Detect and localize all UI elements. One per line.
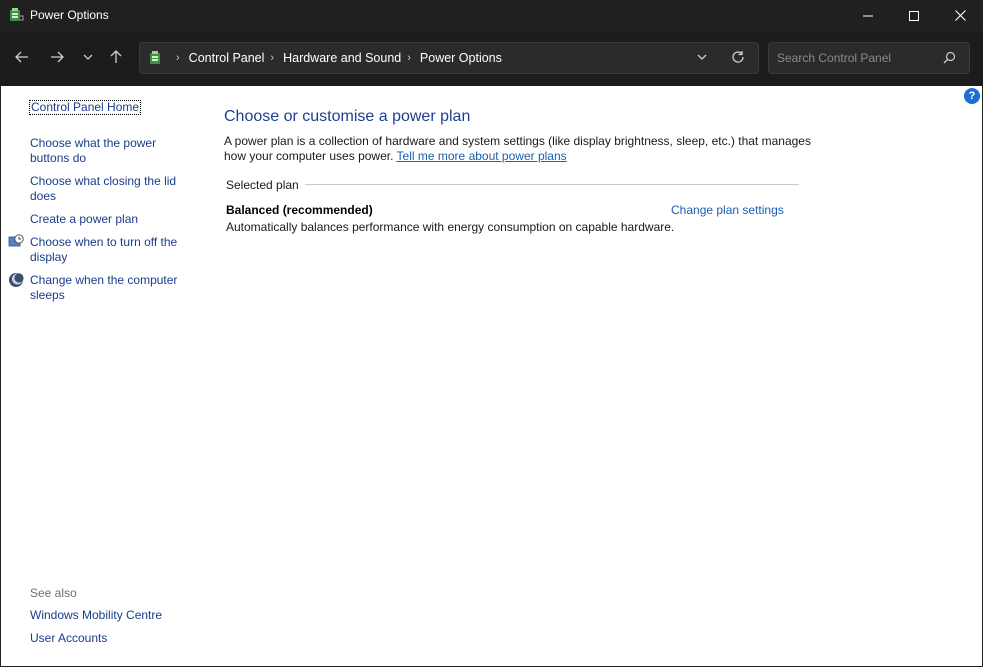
arrow-left-icon (15, 51, 28, 63)
address-bar[interactable]: › Control Panel › Hardware and Sound › P… (139, 42, 759, 74)
chevron-down-icon (697, 54, 707, 60)
breadcrumb-separator[interactable]: › (176, 52, 180, 64)
breadcrumb: › Control Panel › Hardware and Sound › P… (170, 43, 502, 73)
breadcrumb-hardware-and-sound[interactable]: Hardware and Sound (283, 51, 401, 65)
computer-sleeps-link[interactable]: Change when the computer sleeps (30, 273, 190, 303)
page-description: A power plan is a collection of hardware… (224, 134, 814, 164)
breadcrumb-separator[interactable]: › (407, 52, 411, 64)
create-power-plan-link[interactable]: Create a power plan (30, 212, 190, 227)
recent-locations-button[interactable] (76, 45, 100, 69)
refresh-icon (732, 51, 744, 63)
sleep-moon-icon (8, 272, 24, 288)
power-buttons-link[interactable]: Choose what the power buttons do (30, 136, 190, 166)
user-accounts-link[interactable]: User Accounts (30, 631, 190, 646)
title-bar: Power Options (0, 0, 983, 31)
page-title: Choose or customise a power plan (224, 108, 471, 125)
search-icon[interactable] (943, 51, 956, 67)
window-title: Power Options (30, 8, 109, 22)
content-area: Control Panel Home Choose what the power… (1, 86, 982, 666)
search-input[interactable] (777, 50, 937, 66)
chevron-down-icon (83, 54, 93, 60)
windows-mobility-centre-link[interactable]: Windows Mobility Centre (30, 608, 190, 623)
up-button[interactable] (104, 45, 128, 69)
address-dropdown-button[interactable] (696, 51, 708, 66)
close-button[interactable] (937, 0, 983, 31)
maximize-button[interactable] (891, 0, 937, 31)
refresh-button[interactable] (731, 50, 745, 67)
control-panel-home-link[interactable]: Control Panel Home (29, 100, 142, 115)
section-divider (226, 184, 799, 185)
back-button[interactable] (10, 45, 34, 69)
turn-off-display-link[interactable]: Choose when to turn off the display (30, 235, 190, 265)
breadcrumb-control-panel[interactable]: Control Panel (189, 51, 265, 65)
control-panel-icon (148, 50, 164, 66)
power-options-icon (8, 7, 24, 23)
change-plan-settings-link[interactable]: Change plan settings (671, 203, 784, 217)
minimize-icon (863, 15, 873, 16)
plan-description: Automatically balances performance with … (226, 220, 675, 234)
arrow-right-icon (51, 51, 64, 63)
search-box[interactable] (768, 42, 970, 74)
display-clock-icon (8, 234, 24, 250)
forward-button[interactable] (45, 45, 69, 69)
see-also-label: See also (30, 586, 77, 600)
navigation-bar: › Control Panel › Hardware and Sound › P… (0, 31, 983, 86)
arrow-up-icon (110, 50, 122, 63)
power-plans-help-link[interactable]: Tell me more about power plans (397, 149, 567, 163)
minimize-button[interactable] (845, 0, 891, 31)
help-icon[interactable]: ? (964, 88, 980, 104)
maximize-icon (909, 10, 919, 21)
closing-lid-link[interactable]: Choose what closing the lid does (30, 174, 190, 204)
selected-plan-label: Selected plan (226, 178, 305, 192)
plan-name: Balanced (recommended) (226, 203, 373, 217)
breadcrumb-power-options[interactable]: Power Options (420, 51, 502, 65)
breadcrumb-separator[interactable]: › (270, 52, 274, 64)
close-icon (954, 10, 966, 21)
